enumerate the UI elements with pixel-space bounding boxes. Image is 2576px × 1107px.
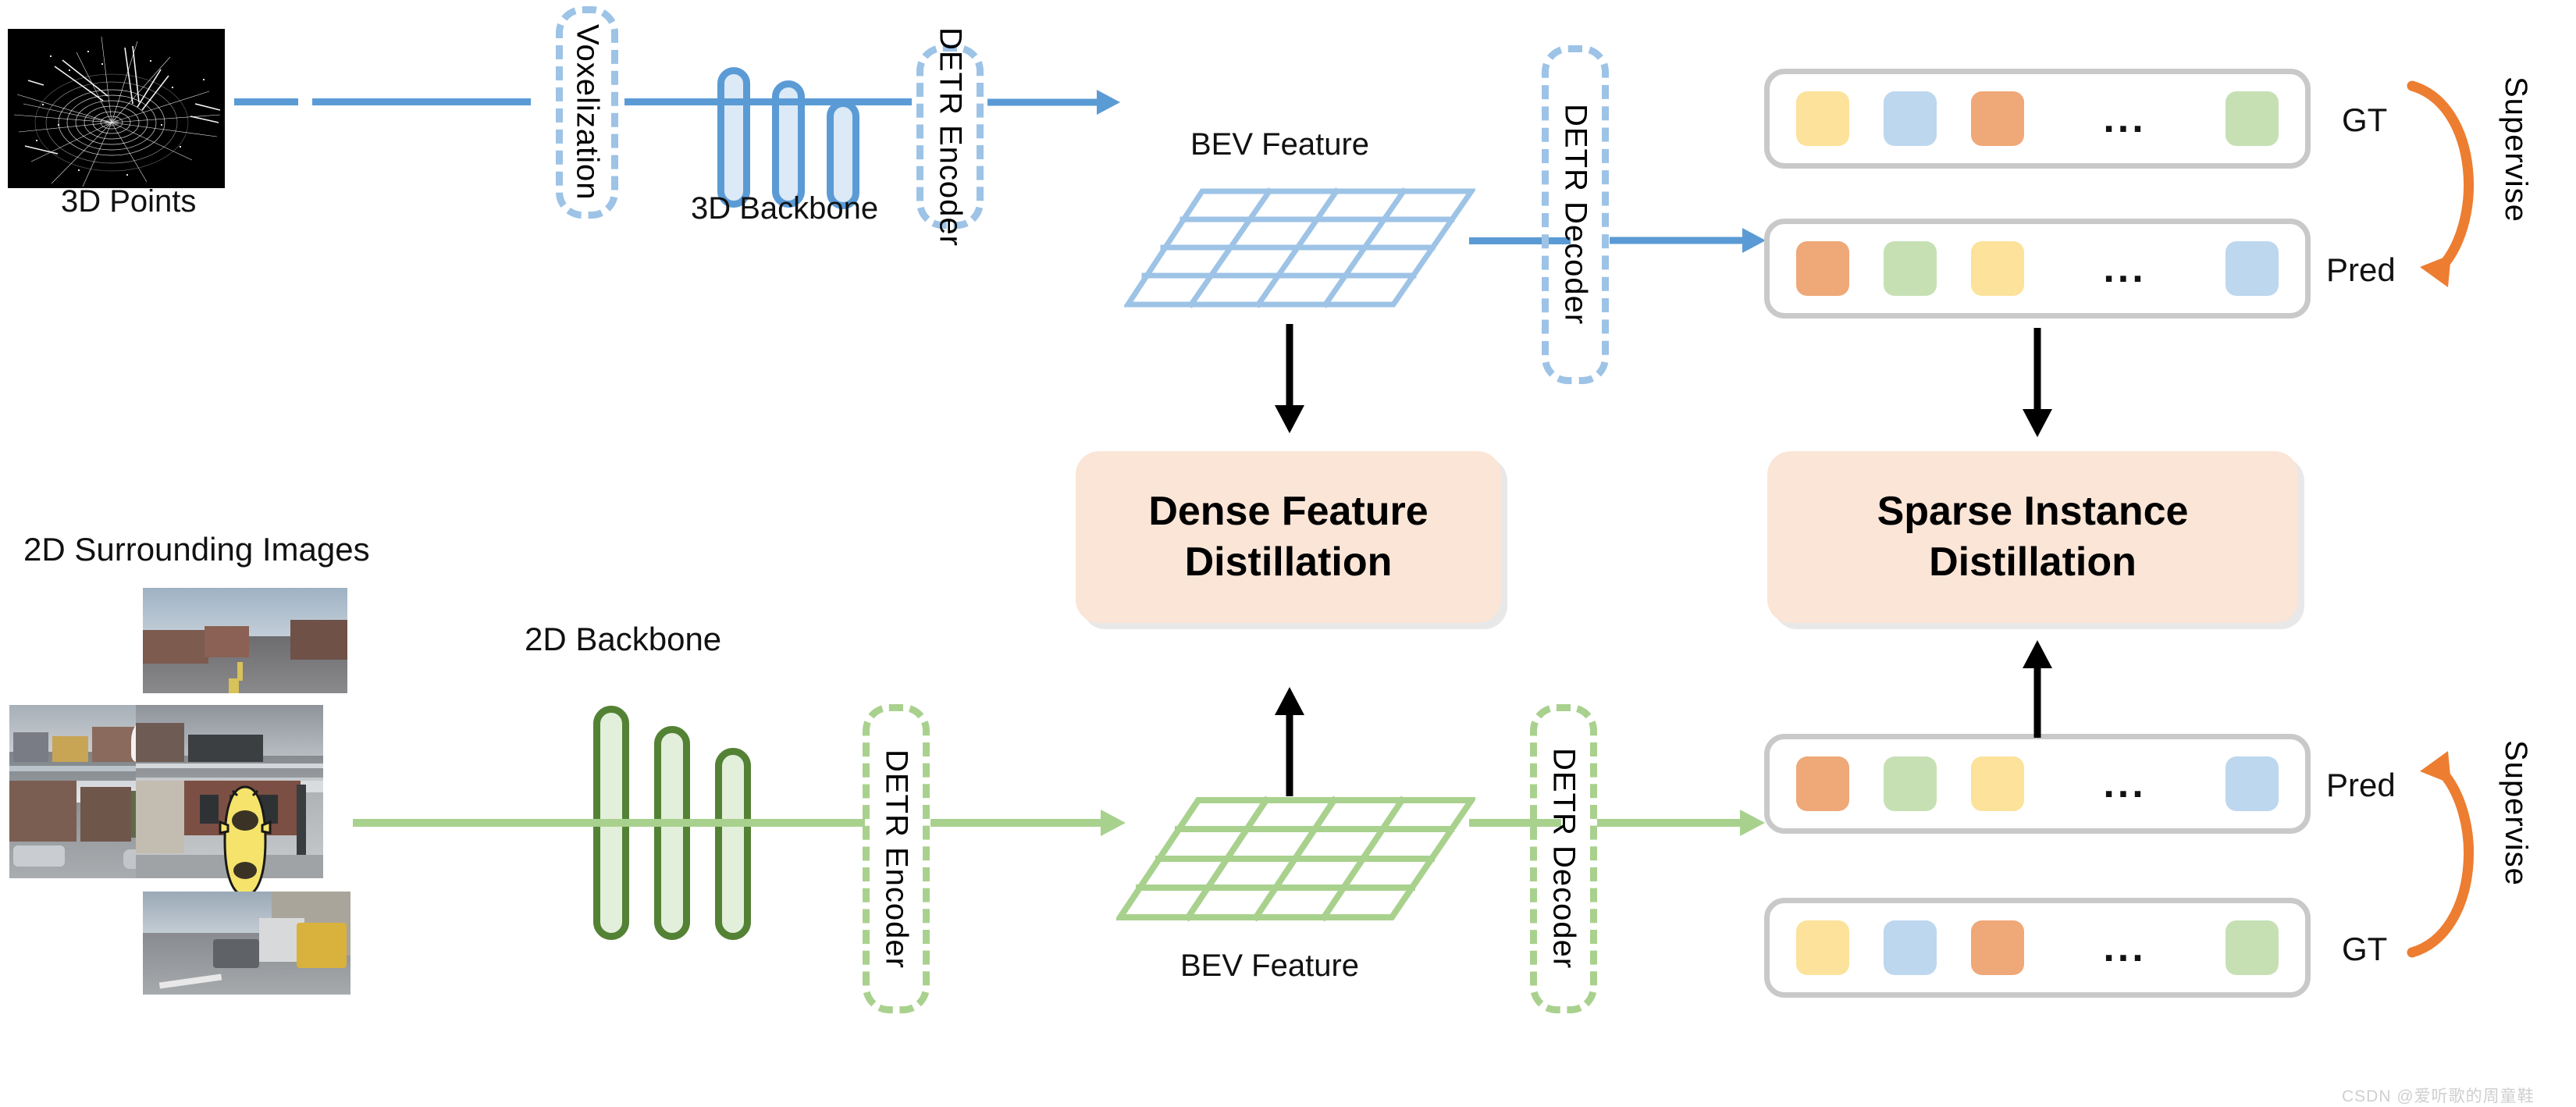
label-bev-feature-student: BEV Feature xyxy=(1180,949,1360,983)
token-chip xyxy=(2226,920,2279,975)
arrow-teacher-encoder-to-bev xyxy=(987,90,1120,115)
token-chip xyxy=(1796,91,1849,146)
flow-line-teacher-backbone xyxy=(624,98,912,105)
detr-encoder-teacher-label: DETR Encoder xyxy=(933,27,968,247)
detr-decoder-teacher-label: DETR Decoder xyxy=(1558,104,1593,326)
label-pred-teacher: Pred xyxy=(2326,251,2396,288)
camera-image-front xyxy=(143,588,347,693)
label-bev-feature-teacher: BEV Feature xyxy=(1190,127,1370,162)
arrow-teacher-bev-to-dense xyxy=(1275,324,1304,433)
token-ellipsis: ... xyxy=(2103,761,2147,806)
point-cloud-svg xyxy=(8,29,225,188)
detr-decoder-teacher[interactable]: DETR Decoder xyxy=(1542,45,1609,384)
arrow-student-encoder-to-bev xyxy=(930,810,1126,836)
label-pred-student: Pred xyxy=(2326,767,2396,803)
bev-grid-teacher xyxy=(1124,187,1475,308)
point-cloud-image xyxy=(8,29,225,188)
token-chip xyxy=(1796,920,1849,975)
token-chip xyxy=(1884,241,1937,296)
token-row-teacher-pred[interactable]: ... xyxy=(1764,219,2311,319)
token-row-student-gt[interactable]: ... xyxy=(1764,898,2311,998)
token-chip xyxy=(1971,756,2024,811)
token-chip xyxy=(2226,756,2279,811)
label-gt-teacher: GT xyxy=(2342,101,2388,138)
token-ellipsis: ... xyxy=(2103,96,2147,141)
token-ellipsis: ... xyxy=(2103,246,2147,291)
token-chip xyxy=(1796,241,1849,296)
label-supervise-student: Supervise xyxy=(2499,740,2533,886)
token-chip xyxy=(2226,241,2279,296)
dense-card-text: Dense Feature Distillation xyxy=(1148,486,1428,588)
dense-feature-distillation-card[interactable]: Dense Feature Distillation xyxy=(1076,451,1501,623)
flow-line-teacher-a xyxy=(234,98,298,105)
backbone-3d-pill-1 xyxy=(717,67,750,208)
sparse-instance-distillation-card[interactable]: Sparse Instance Distillation xyxy=(1767,451,2298,623)
detr-encoder-student[interactable]: DETR Encoder xyxy=(863,704,930,1013)
sparse-card-line1: Sparse Instance xyxy=(1877,489,2189,534)
label-3d-backbone: 3D Backbone xyxy=(691,191,879,226)
voxelization-module[interactable]: Voxelization xyxy=(556,6,618,219)
flow-line-student-backbone xyxy=(353,819,865,827)
token-chip xyxy=(1884,756,1937,811)
camera-image-back xyxy=(143,892,350,995)
token-row-student-pred[interactable]: ... xyxy=(1764,734,2311,834)
detr-encoder-teacher[interactable]: DETR Encoder xyxy=(916,27,984,247)
dense-card-line2: Distillation xyxy=(1184,539,1393,585)
arrow-student-decoder-to-tokens xyxy=(1597,810,1765,836)
ego-vehicle-icon xyxy=(219,785,272,897)
backbone-2d-pill-2 xyxy=(654,726,690,940)
token-chip xyxy=(1971,241,2024,296)
sparse-card-text: Sparse Instance Distillation xyxy=(1877,486,2189,588)
voxelization-label: Voxelization xyxy=(570,24,605,201)
sparse-card-line2: Distillation xyxy=(1929,539,2137,585)
token-chip xyxy=(1884,920,1937,975)
watermark: CSDN @爱听歌的周童鞋 xyxy=(2342,1087,2535,1105)
dense-card-line1: Dense Feature xyxy=(1148,489,1429,534)
label-gt-student: GT xyxy=(2342,931,2388,967)
label-3d-points: 3D Points xyxy=(61,184,197,219)
bev-grid-student xyxy=(1116,796,1475,922)
token-chip xyxy=(2226,91,2279,146)
supervise-arc-student xyxy=(2407,751,2474,958)
arrow-teacher-decoder-to-tokens xyxy=(1610,228,1766,253)
label-2d-surrounding-images: 2D Surrounding Images xyxy=(23,531,370,568)
arrow-student-bev-to-dense xyxy=(1275,687,1304,796)
token-chip xyxy=(1971,920,2024,975)
flow-line-teacher-b xyxy=(312,98,531,105)
label-supervise-teacher: Supervise xyxy=(2499,77,2533,222)
token-ellipsis: ... xyxy=(2103,925,2147,970)
arrow-student-tokens-to-sparse xyxy=(2023,640,2052,738)
token-chip xyxy=(1971,91,2024,146)
detr-encoder-student-label: DETR Encoder xyxy=(879,749,914,969)
token-row-teacher-gt[interactable]: ... xyxy=(1764,69,2311,169)
arrow-teacher-tokens-to-sparse xyxy=(2023,328,2052,437)
token-chip xyxy=(1884,91,1937,146)
detr-decoder-student-label: DETR Decoder xyxy=(1546,748,1582,970)
supervise-arc-teacher xyxy=(2407,80,2474,287)
label-2d-backbone: 2D Backbone xyxy=(525,621,722,657)
backbone-2d-pill-3 xyxy=(715,748,751,940)
token-chip xyxy=(1796,756,1849,811)
detr-decoder-student[interactable]: DETR Decoder xyxy=(1530,704,1597,1013)
